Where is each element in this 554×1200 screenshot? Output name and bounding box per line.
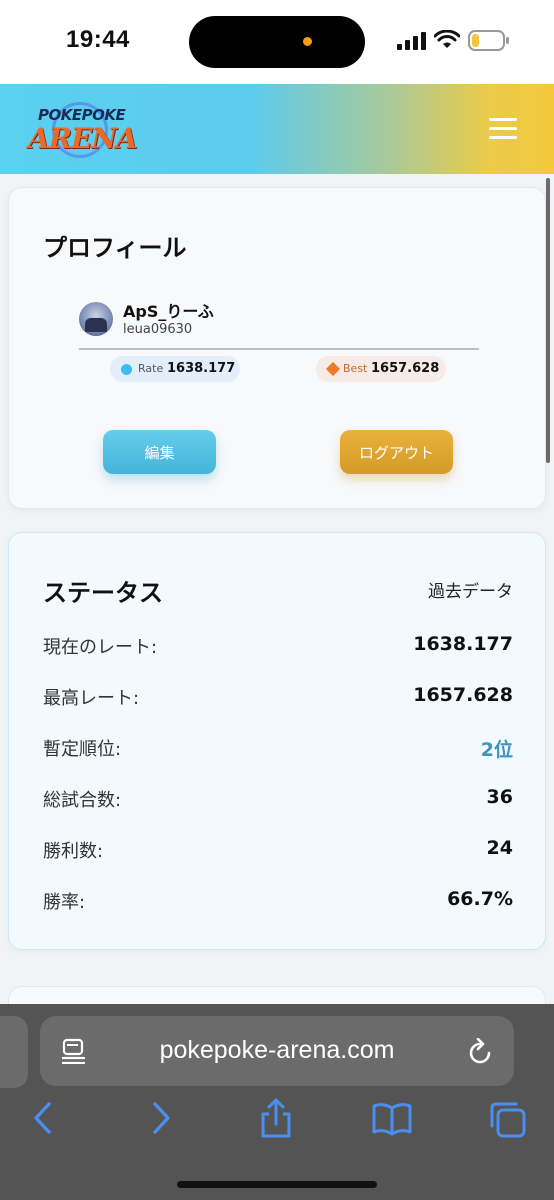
pokepoke-arena-logo[interactable]: POKEPOKE ARENA	[24, 96, 138, 162]
past-data-link[interactable]: 過去データ	[428, 577, 513, 602]
stat-label: 最高レート:	[43, 688, 140, 709]
next-card	[8, 986, 546, 1004]
page-content: プロフィール ApS_りーふ leua09630 Rate 1638.177 B…	[0, 174, 554, 1004]
address-bar[interactable]: pokepoke-arena.com	[40, 1016, 514, 1086]
profile-title: プロフィール	[43, 234, 187, 262]
user-id: leua09630	[123, 322, 193, 337]
profile-card: プロフィール ApS_りーふ leua09630 Rate 1638.177 B…	[8, 187, 546, 509]
logout-button[interactable]: ログアウト	[340, 430, 453, 474]
stat-label: 総試合数:	[43, 790, 122, 811]
stat-row-best-rate: 最高レート: 1657.628	[43, 684, 513, 714]
bookmarks-icon[interactable]	[372, 1096, 412, 1140]
forward-icon[interactable]	[140, 1096, 180, 1140]
home-indicator	[177, 1181, 377, 1188]
dynamic-island	[189, 16, 365, 68]
share-icon[interactable]	[256, 1096, 296, 1140]
hamburger-menu-icon[interactable]	[489, 118, 517, 140]
cellular-signal-icon	[397, 32, 426, 50]
stat-value: 36	[486, 786, 513, 808]
stat-row-win-rate: 勝率: 66.7%	[43, 888, 513, 918]
stat-label: 勝率:	[43, 892, 86, 913]
wifi-icon	[434, 30, 460, 48]
battery-icon	[468, 30, 509, 51]
rate-dot-icon	[121, 364, 132, 375]
scrollbar[interactable]	[546, 178, 550, 463]
previous-tab[interactable]	[0, 1016, 28, 1088]
username: ApS_りーふ	[123, 302, 214, 321]
user-info: ApS_りーふ leua09630	[79, 300, 479, 350]
stat-label: 現在のレート:	[43, 637, 158, 658]
back-icon[interactable]	[24, 1096, 64, 1140]
clock: 19:44	[66, 26, 130, 53]
logo-text-bottom: ARENA	[28, 122, 138, 155]
stat-label: 勝利数:	[43, 841, 104, 862]
avatar	[79, 302, 113, 336]
stat-row-wins: 勝利数: 24	[43, 837, 513, 867]
stat-value: 1638.177	[413, 633, 513, 655]
stat-value: 1657.628	[413, 684, 513, 706]
stat-label: 暫定順位:	[43, 739, 122, 760]
status-title: ステータス	[43, 579, 163, 607]
stat-row-total-matches: 総試合数: 36	[43, 786, 513, 816]
diamond-icon	[325, 361, 341, 377]
rate-badge: Rate 1638.177	[110, 356, 240, 382]
app-header: POKEPOKE ARENA	[0, 84, 554, 174]
rate-value: 1638.177	[167, 361, 236, 376]
stat-row-rank: 暫定順位: 2位	[43, 735, 513, 765]
browser-bottom-bar: pokepoke-arena.com	[0, 1004, 554, 1200]
browser-toolbar	[0, 1096, 554, 1156]
rank-value[interactable]: 2位	[481, 735, 513, 762]
url-text[interactable]: pokepoke-arena.com	[40, 1036, 514, 1065]
stat-value: 24	[486, 837, 513, 859]
stat-row-current-rate: 現在のレート: 1638.177	[43, 633, 513, 663]
best-label: Best	[343, 362, 368, 375]
edit-button[interactable]: 編集	[103, 430, 216, 474]
rate-label: Rate	[138, 362, 164, 375]
activity-dot	[303, 37, 312, 46]
best-badge: Best 1657.628	[316, 356, 446, 382]
status-card: ステータス 過去データ 現在のレート: 1638.177 最高レート: 1657…	[8, 532, 546, 950]
status-bar: 19:44	[0, 0, 554, 84]
stat-value: 66.7%	[447, 888, 513, 910]
tabs-icon[interactable]	[488, 1096, 528, 1140]
reload-icon[interactable]	[468, 1038, 494, 1066]
best-value: 1657.628	[371, 361, 440, 376]
